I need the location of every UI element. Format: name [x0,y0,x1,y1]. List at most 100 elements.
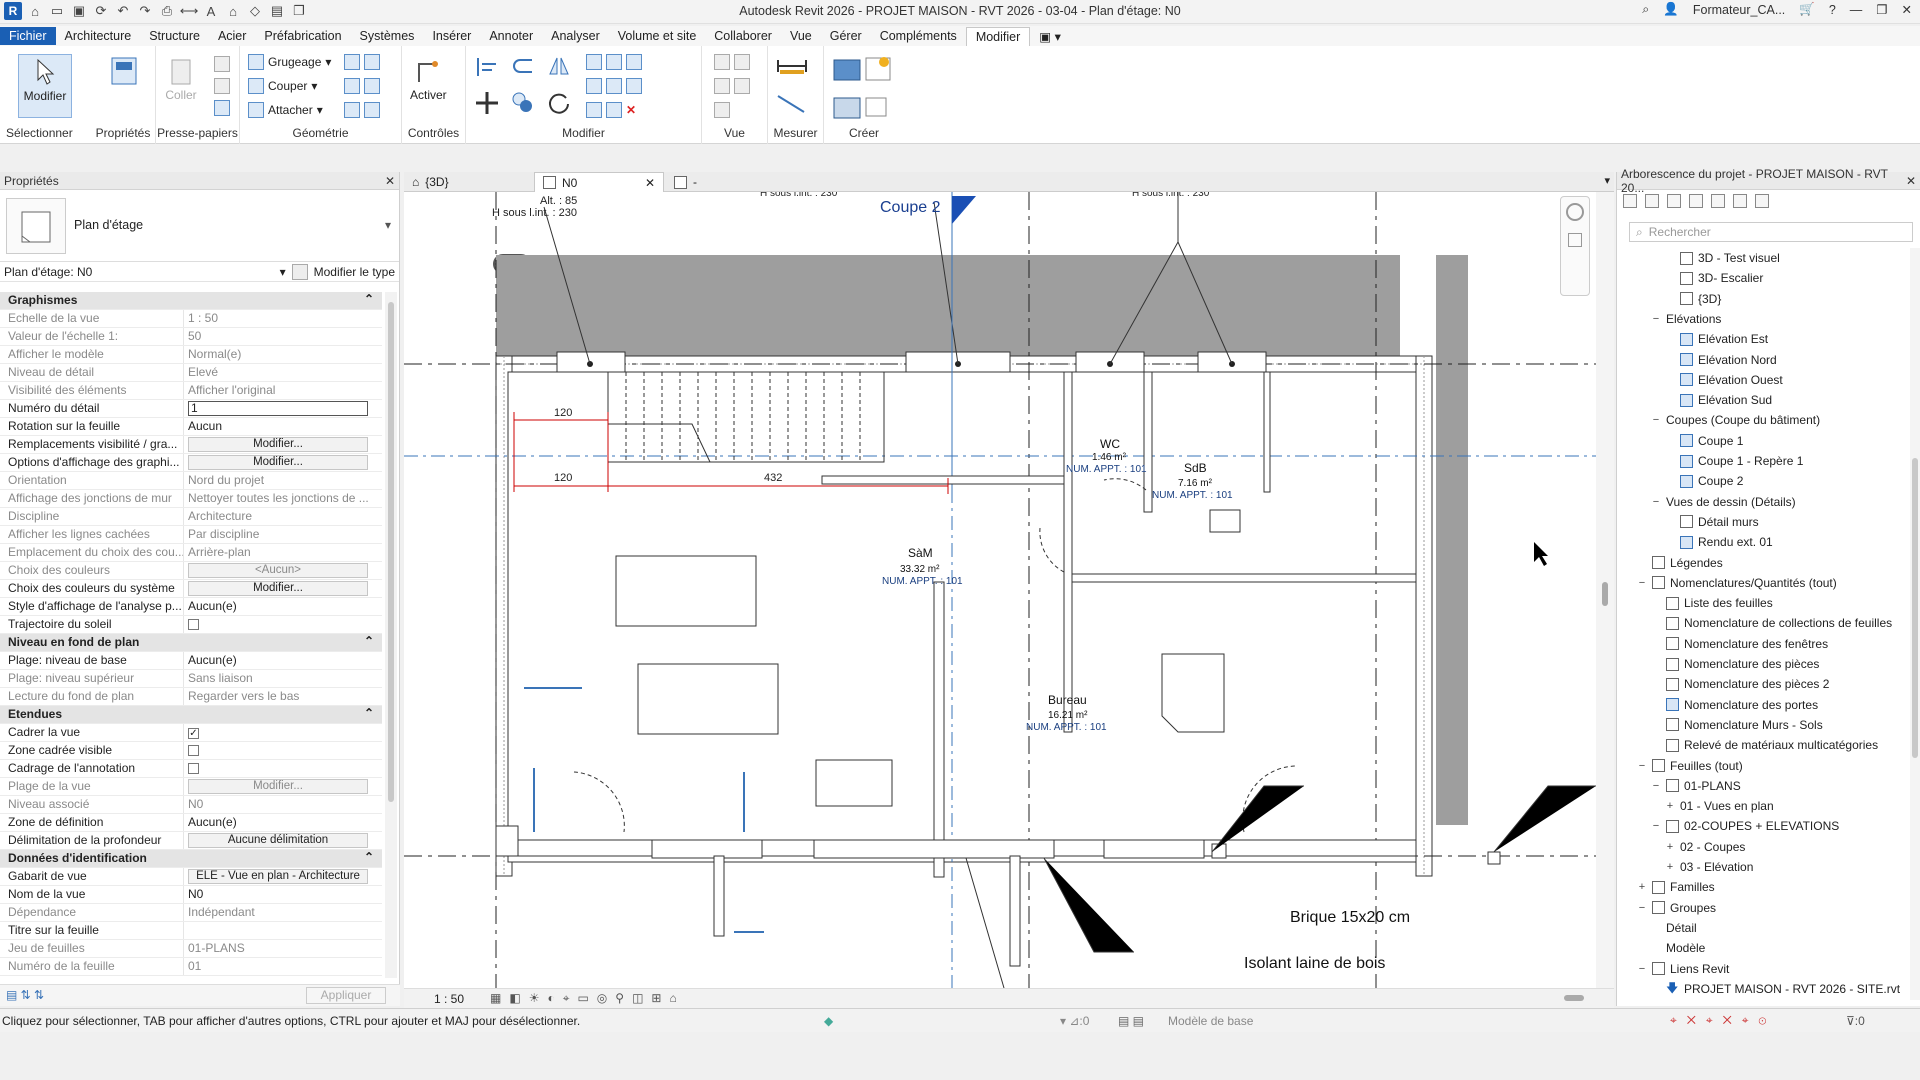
property-checkbox[interactable] [188,619,199,630]
browser-item[interactable]: − 02-COUPES + ELEVATIONS [1651,816,1840,836]
plan-annotation[interactable]: Alt. : 85 [540,195,577,207]
plan-annotation[interactable]: 432 [764,472,782,484]
help-icon[interactable]: ? [1829,3,1836,17]
browser-item[interactable]: − Feuilles (tout) [1637,756,1743,776]
expand-toggle-icon[interactable]: − [1651,776,1661,796]
property-value[interactable] [184,922,382,939]
plan-annotation[interactable]: H sous l.int. : 230 [760,192,838,199]
property-edit-button[interactable]: Modifier... [188,455,368,470]
plan-annotation[interactable]: Isolant laine de bois [1244,955,1385,972]
property-input[interactable]: 1 [188,401,368,416]
tab-acier[interactable]: Acier [209,27,255,45]
plan-annotation[interactable]: Coupe 2 [880,199,941,216]
browser-item[interactable]: Coupe 2 [1665,471,1743,491]
browser-item[interactable]: Nomenclature Murs - Sols [1651,715,1823,735]
cut-geometry-button[interactable]: Couper ▾ [248,78,317,94]
property-value[interactable]: N0 [184,886,382,903]
browser-item[interactable]: Nomenclature des fenêtres [1651,634,1828,654]
expand-toggle-icon[interactable]: − [1637,898,1647,918]
browser-item[interactable]: − Groupes [1637,898,1716,918]
plan-annotation[interactable]: 16.21 m² [1048,710,1088,721]
move-icon[interactable] [474,90,500,116]
align-icon[interactable] [474,54,500,80]
property-edit-button[interactable]: <Aucun> [188,563,368,578]
browser-search-input[interactable]: ⌕ Rechercher [1629,222,1913,242]
steering-wheel-icon[interactable] [1566,203,1584,221]
browser-item[interactable]: {3D} [1665,289,1721,309]
browser-item[interactable]: Coupe 1 [1665,431,1743,451]
browser-item[interactable]: Elévation Nord [1665,350,1777,370]
property-edit-button[interactable]: Modifier... [188,437,368,452]
property-edit-button[interactable]: Modifier... [188,779,368,794]
browser-item[interactable]: − Coupes (Coupe du bâtiment) [1651,410,1820,430]
tab-analyser[interactable]: Analyser [542,27,609,45]
property-section[interactable]: Niveau en fond de plan ⌃ [0,634,382,652]
close-icon[interactable]: ✕ [385,174,395,188]
browser-item[interactable]: Coupe 1 - Repère 1 [1665,451,1803,471]
activate-button[interactable]: Activer [410,54,447,102]
tabs-dropdown-icon[interactable]: ▾ [1604,174,1610,187]
plan-annotation[interactable]: NUM. APPT. : 101 [1152,490,1233,501]
browser-scrollbar[interactable] [1910,248,1920,1000]
tab-compl-ments[interactable]: Compléments [871,27,966,45]
browser-item[interactable]: Relevé de matériaux multicatégories [1651,735,1878,755]
browser-item[interactable]: − Nomenclatures/Quantités (tout) [1637,573,1837,593]
plan-annotation[interactable]: 1.46 m² [1092,452,1127,463]
chevron-down-icon[interactable]: ▾ [385,218,391,232]
workset-count[interactable]: ▾ ⊿:0 [1060,1014,1089,1028]
tab-annoter[interactable]: Annoter [480,27,542,45]
chevron-down-icon[interactable]: ▾ [280,265,286,279]
cart-icon[interactable]: 🛒 [1799,2,1815,17]
apply-button[interactable]: Appliquer [306,987,386,1004]
tab-pr-fabrication[interactable]: Préfabrication [255,27,350,45]
offset-icon[interactable] [510,54,536,80]
close-button[interactable]: ✕ [1902,2,1912,17]
copy-element-icon[interactable] [510,90,536,116]
property-checkbox[interactable] [188,745,199,756]
filter-count[interactable]: ⊽:0 [1846,1014,1865,1028]
main-model-select[interactable]: Modèle de base [1168,1014,1253,1028]
collapse-icon[interactable]: ⌃ [364,292,374,309]
tab-new[interactable]: - [666,172,705,192]
collapse-icon[interactable]: ⌃ [364,850,374,867]
browser-item[interactable]: 🡇 PROJET MAISON - RVT 2026 - SITE.rvt [1651,979,1900,999]
browser-item[interactable]: +03 - Elévation [1665,857,1754,877]
browser-item[interactable]: Rendu ext. 01 [1665,532,1773,552]
select-panel-label[interactable]: Sélectionner [6,126,86,140]
plan-annotation[interactable]: WC [1100,437,1120,451]
trim-icon[interactable] [586,54,642,70]
collapse-icon[interactable]: ⌃ [364,634,374,651]
mirror-icon[interactable] [546,54,572,80]
split-icon[interactable] [586,78,642,94]
hide-icon[interactable] [714,54,750,70]
expand-toggle-icon[interactable]: − [1651,410,1661,430]
measure-tool-icon[interactable] [776,54,810,78]
browser-item[interactable]: + Familles [1637,877,1715,897]
plan-annotation[interactable]: Bureau [1048,693,1087,707]
property-section[interactable]: Etendues ⌃ [0,706,382,724]
scale-button[interactable]: 1 : 50 [434,992,464,1006]
contextual-tab-dropdown-icon[interactable]: ▣ ▾ [1030,27,1070,46]
browser-tool-icon[interactable] [1755,194,1769,208]
tab-vue[interactable]: Vue [781,27,821,45]
create-group-icon[interactable] [832,54,892,84]
tab-structure[interactable]: Structure [140,27,209,45]
tab-architecture[interactable]: Architecture [56,27,141,45]
browser-item[interactable]: Elévation Est [1665,329,1768,349]
copy-icon[interactable] [214,78,230,94]
geom-tool-1-icon[interactable] [344,54,380,70]
browser-tool-icon[interactable] [1645,194,1659,208]
browser-tool-icon[interactable] [1711,194,1725,208]
tab-n0[interactable]: N0 ✕ [534,172,664,192]
drawing-canvas[interactable]: 120 120 432 SàM 33.32 m² NUM. APPT. : 10… [404,192,1596,988]
geom-tool-3-icon[interactable] [344,102,380,118]
canvas-vertical-scrollbar[interactable] [1596,192,1614,988]
property-value[interactable]: Aucun(e) [184,814,382,831]
plan-annotation[interactable]: 120 [554,472,572,484]
plan-annotation[interactable]: H sous l.int. : 230 [492,207,577,219]
browser-item[interactable]: Nomenclature des pièces [1651,654,1819,674]
property-value[interactable]: Aucun [184,418,382,435]
property-value[interactable]: Aucun(e) [184,598,382,615]
plan-annotation[interactable]: NUM. APPT. : 101 [1066,464,1147,475]
browser-tool-icon[interactable] [1689,194,1703,208]
